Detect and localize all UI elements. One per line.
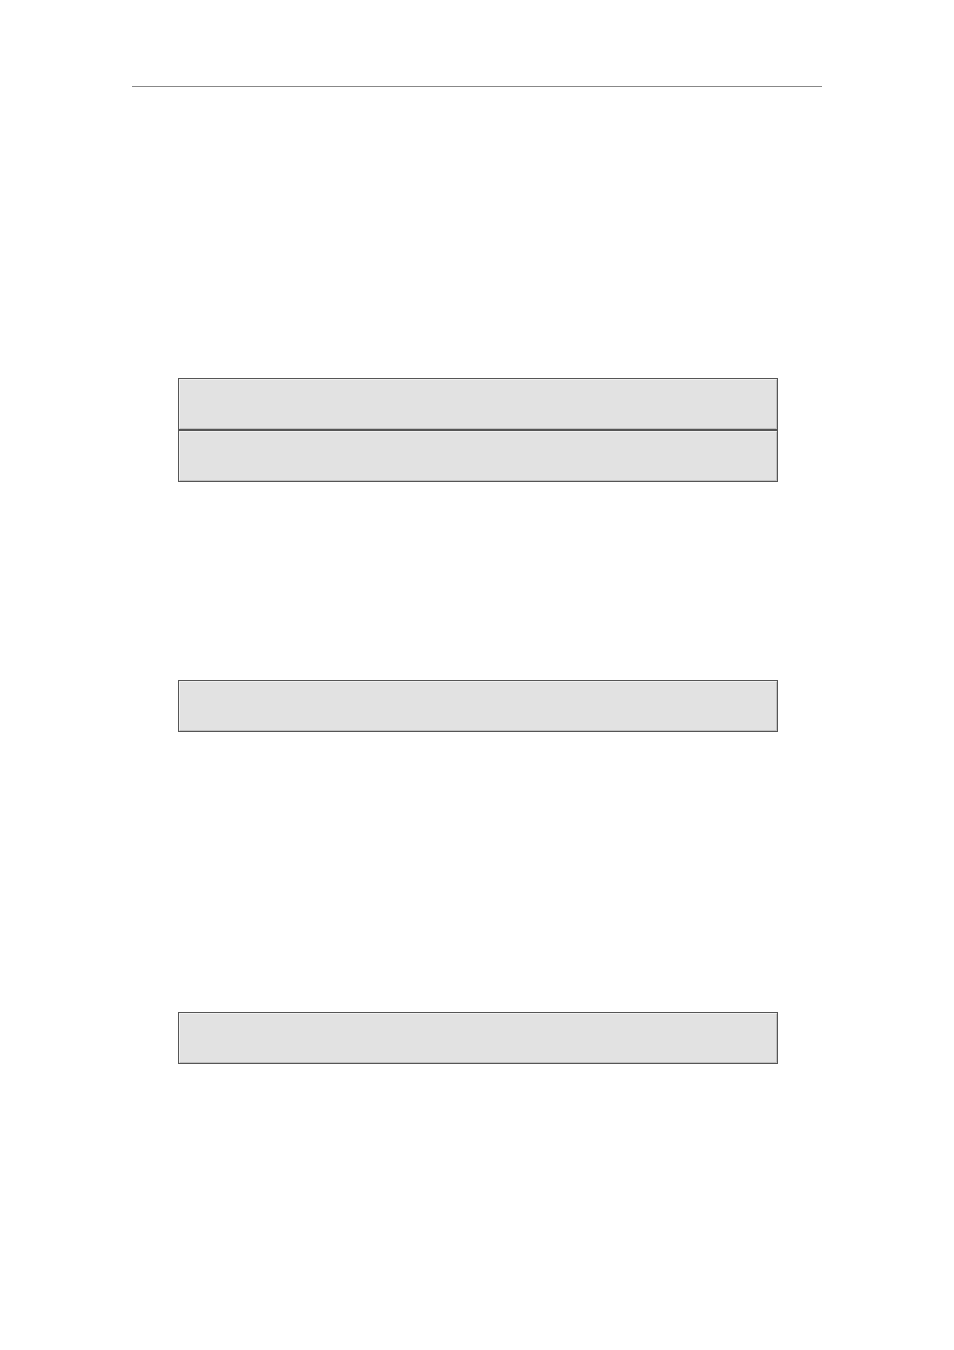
content-box-1 [178,378,778,430]
content-box-3 [178,680,778,732]
header-divider [132,86,822,87]
content-box-2 [178,430,778,482]
content-box-4 [178,1012,778,1064]
